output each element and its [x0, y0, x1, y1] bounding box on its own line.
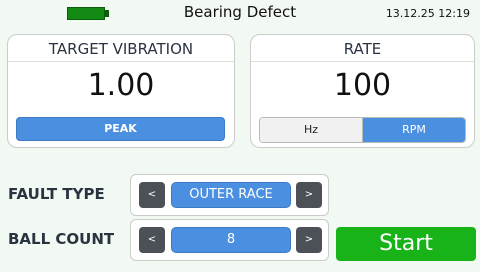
unit-hz-option[interactable]: Hz [260, 118, 363, 142]
fault-type-prev-button[interactable]: < [139, 182, 165, 208]
fault-type-value[interactable]: OUTER RACE [171, 182, 291, 208]
ball-count-prev-button[interactable]: < [139, 227, 165, 253]
fault-type-selector: < OUTER RACE > [130, 174, 329, 216]
ball-count-value[interactable]: 8 [171, 227, 291, 253]
unit-rpm-option[interactable]: RPM [363, 118, 465, 142]
start-button[interactable]: Start [336, 227, 476, 261]
ball-count-label: BALL COUNT [8, 230, 115, 248]
rate-unit-toggle: Hz RPM [259, 117, 466, 143]
rate-panel: RATE 100 Hz RPM [250, 34, 475, 148]
target-vibration-value[interactable]: 1.00 [8, 68, 234, 103]
ball-count-next-button[interactable]: > [296, 227, 322, 253]
target-vibration-title: TARGET VIBRATION [8, 35, 234, 62]
ball-count-selector: < 8 > [130, 219, 329, 261]
target-vibration-panel: TARGET VIBRATION 1.00 PEAK [7, 34, 235, 148]
rate-value[interactable]: 100 [251, 68, 474, 103]
fault-type-label: FAULT TYPE [8, 185, 105, 203]
status-bar: Bearing Defect 13.12.25 12:19 [0, 0, 480, 28]
datetime: 13.12.25 12:19 [385, 7, 470, 20]
fault-type-next-button[interactable]: > [296, 182, 322, 208]
peak-mode-button[interactable]: PEAK [16, 117, 225, 141]
rate-title: RATE [251, 35, 474, 62]
